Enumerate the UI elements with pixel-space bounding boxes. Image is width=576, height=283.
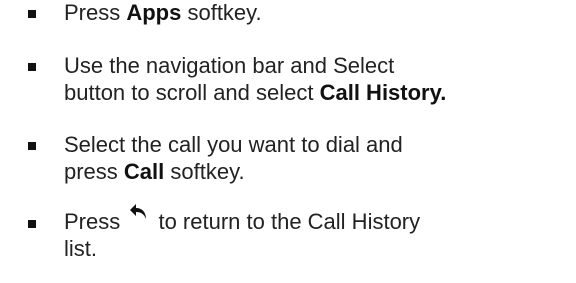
step-text-line: press Call softkey.	[64, 158, 574, 185]
bullet-icon	[28, 220, 36, 228]
step-text-part: press	[64, 159, 124, 184]
step-text-part: to return to the Call History	[152, 209, 421, 234]
step-text-part: softkey.	[181, 0, 262, 25]
bullet-icon	[28, 10, 36, 18]
call-history-label: Call History.	[319, 80, 447, 105]
step-text-line: Press to return to the Call History	[64, 204, 574, 235]
step-text-line: button to scroll and select Call History…	[64, 79, 574, 106]
step-text-part: button to scroll and select	[64, 80, 320, 105]
step-text-part: softkey.	[164, 159, 245, 184]
step-text: Use the navigation bar and Select button…	[64, 52, 574, 106]
back-arrow-icon	[128, 201, 150, 223]
step-text-part: Press	[64, 209, 127, 234]
step-text: Press Apps softkey.	[64, 0, 574, 26]
step-text-line: Select the call you want to dial and	[64, 132, 403, 157]
step-text-part: Press	[64, 0, 127, 25]
step-text-line: list.	[64, 236, 97, 261]
step-text: Select the call you want to dial and pre…	[64, 131, 574, 185]
instruction-list: Press Apps softkey. Use the navigation b…	[0, 0, 576, 283]
apps-softkey-label: Apps	[126, 0, 182, 25]
call-softkey-label: Call	[123, 159, 165, 184]
bullet-icon	[28, 63, 36, 71]
step-text-line: Use the navigation bar and Select	[64, 53, 395, 78]
step-text: Press to return to the Call History list…	[64, 204, 574, 262]
bullet-icon	[28, 142, 36, 150]
